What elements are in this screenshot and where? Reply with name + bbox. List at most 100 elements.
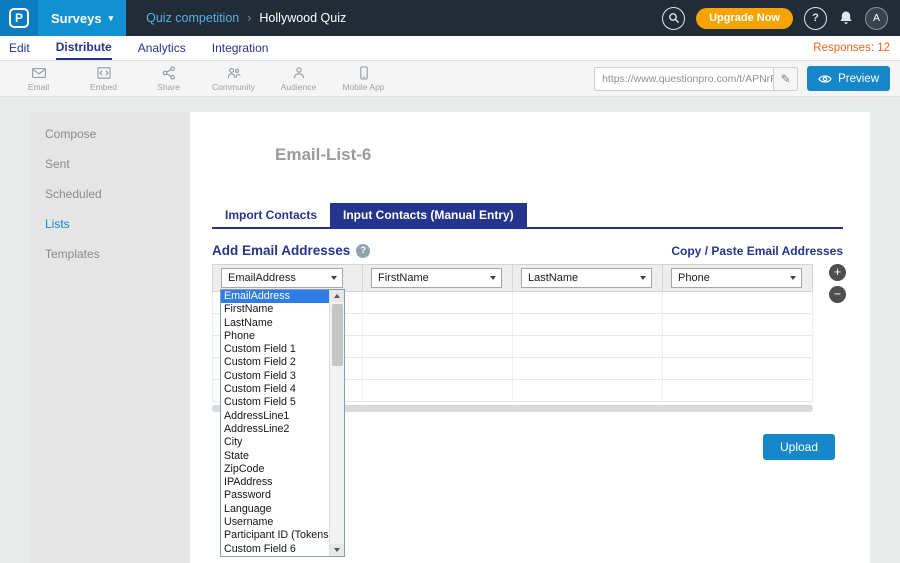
sidebar-item-sent[interactable]: Sent	[30, 149, 190, 179]
upgrade-now-button[interactable]: Upgrade Now	[696, 8, 793, 29]
help-icon[interactable]: ?	[356, 244, 370, 258]
dropdown-option[interactable]: Custom Field 5	[221, 396, 329, 409]
section-title-wrap: Add Email Addresses ?	[212, 243, 370, 258]
tool-community[interactable]: Community	[201, 61, 266, 97]
tool-label: Mobile App	[342, 82, 384, 92]
table-cell[interactable]	[513, 380, 663, 401]
responses-count[interactable]: Responses: 12	[813, 36, 900, 60]
avatar[interactable]: A	[865, 7, 888, 30]
chevron-down-icon	[790, 276, 796, 280]
remove-row-button[interactable]: −	[829, 286, 846, 303]
dropdown-option[interactable]: FirstName	[221, 303, 329, 316]
tab-import-contacts[interactable]: Import Contacts	[212, 203, 330, 227]
nav-item-analytics[interactable]: Analytics	[138, 36, 186, 60]
dropdown-option[interactable]: LastName	[221, 317, 329, 330]
upload-button[interactable]: Upload	[763, 434, 835, 460]
main-panel: Email-List-6 Import Contacts Input Conta…	[190, 112, 870, 563]
scroll-up-icon[interactable]	[330, 290, 344, 302]
dropdown-option[interactable]: AddressLine2	[221, 423, 329, 436]
dropdown-option[interactable]: EmailAddress	[221, 290, 329, 303]
tool-embed[interactable]: Embed	[71, 61, 136, 97]
question-icon: ?	[812, 12, 819, 24]
survey-nav: Edit Distribute Analytics Integration Re…	[0, 36, 900, 61]
search-icon	[668, 12, 680, 24]
tool-label: Embed	[90, 82, 117, 92]
tool-email[interactable]: Email	[6, 61, 71, 97]
dropdown-option[interactable]: Language	[221, 503, 329, 516]
column-header-cell: EmailAddress	[213, 265, 363, 291]
dropdown-option[interactable]: Participant ID (Tokens)	[221, 529, 329, 542]
table-cell[interactable]	[663, 358, 812, 379]
dropdown-option[interactable]: Custom Field 2	[221, 356, 329, 369]
dropdown-option[interactable]: Phone	[221, 330, 329, 343]
tool-share[interactable]: Share	[136, 61, 201, 97]
chevron-down-icon	[640, 276, 646, 280]
table-cell[interactable]	[663, 292, 812, 313]
table-cell[interactable]	[663, 380, 812, 401]
scroll-down-icon[interactable]	[330, 544, 344, 556]
table-cell[interactable]	[363, 292, 513, 313]
dropdown-option[interactable]: State	[221, 450, 329, 463]
breadcrumb-parent[interactable]: Quiz competition	[146, 11, 239, 25]
table-cell[interactable]	[363, 314, 513, 335]
preview-button[interactable]: Preview	[807, 66, 890, 91]
table-cell[interactable]	[663, 314, 812, 335]
edit-url-button[interactable]: ✎	[773, 68, 797, 90]
dropdown-option[interactable]: AddressLine1	[221, 410, 329, 423]
tool-mobile-app[interactable]: Mobile App	[331, 61, 396, 97]
email-sidebar: Compose Sent Scheduled Lists Templates	[30, 112, 190, 563]
selected-value: EmailAddress	[228, 272, 296, 284]
sidebar-item-templates[interactable]: Templates	[30, 239, 190, 269]
copy-paste-link[interactable]: Copy / Paste Email Addresses	[671, 244, 843, 258]
table-cell[interactable]	[513, 358, 663, 379]
mobile-icon	[356, 65, 372, 81]
surveys-menu[interactable]: Surveys ▾	[38, 0, 126, 36]
column-select-phone[interactable]: Phone	[671, 268, 802, 288]
column-select-lastname[interactable]: LastName	[521, 268, 652, 288]
help-button[interactable]: ?	[804, 7, 827, 30]
dropdown-option[interactable]: Custom Field 1	[221, 343, 329, 356]
table-cell[interactable]	[363, 336, 513, 357]
table-cell[interactable]	[363, 380, 513, 401]
nav-item-edit[interactable]: Edit	[9, 36, 30, 60]
header-actions: Upgrade Now ? A	[662, 7, 900, 30]
notifications-button[interactable]	[838, 10, 854, 26]
nav-item-distribute[interactable]: Distribute	[56, 36, 112, 60]
sidebar-item-scheduled[interactable]: Scheduled	[30, 179, 190, 209]
contacts-tabs: Import Contacts Input Contacts (Manual E…	[212, 203, 843, 229]
scrollbar-thumb[interactable]	[332, 304, 343, 366]
column-header-cell: FirstName	[363, 265, 513, 291]
search-button[interactable]	[662, 7, 685, 30]
dropdown-option[interactable]: Password	[221, 489, 329, 502]
dropdown-option[interactable]: Username	[221, 516, 329, 529]
tool-audience[interactable]: Audience	[266, 61, 331, 97]
table-cell[interactable]	[663, 336, 812, 357]
dropdown-option[interactable]: Custom Field 3	[221, 370, 329, 383]
survey-url[interactable]: https://www.questionpro.com/t/APNrFZ	[595, 68, 773, 90]
chevron-down-icon	[490, 276, 496, 280]
dropdown-option[interactable]: ZipCode	[221, 463, 329, 476]
table-cell[interactable]	[363, 358, 513, 379]
dropdown-option[interactable]: Custom Field 6	[221, 543, 329, 556]
column-select-firstname[interactable]: FirstName	[371, 268, 502, 288]
questionpro-logo[interactable]: P	[0, 0, 38, 36]
dropdown-option[interactable]: IPAddress	[221, 476, 329, 489]
breadcrumb-current: Hollywood Quiz	[259, 11, 346, 25]
share-icon	[161, 65, 177, 81]
table-cell[interactable]	[513, 314, 663, 335]
breadcrumb-separator-icon: ›	[247, 11, 251, 25]
community-icon	[226, 65, 242, 81]
sidebar-item-compose[interactable]: Compose	[30, 119, 190, 149]
dropdown-scrollbar[interactable]	[329, 290, 344, 556]
dropdown-option[interactable]: Custom Field 4	[221, 383, 329, 396]
table-cell[interactable]	[513, 292, 663, 313]
column-select-email[interactable]: EmailAddress	[221, 268, 343, 288]
distribute-toolbar: Email Embed Share Community	[0, 61, 900, 97]
sidebar-item-lists[interactable]: Lists	[30, 209, 190, 239]
dropdown-option[interactable]: City	[221, 436, 329, 449]
tab-input-contacts-manual[interactable]: Input Contacts (Manual Entry)	[330, 203, 527, 227]
email-icon	[31, 65, 47, 81]
nav-item-integration[interactable]: Integration	[212, 36, 269, 60]
add-row-button[interactable]: +	[829, 264, 846, 281]
table-cell[interactable]	[513, 336, 663, 357]
